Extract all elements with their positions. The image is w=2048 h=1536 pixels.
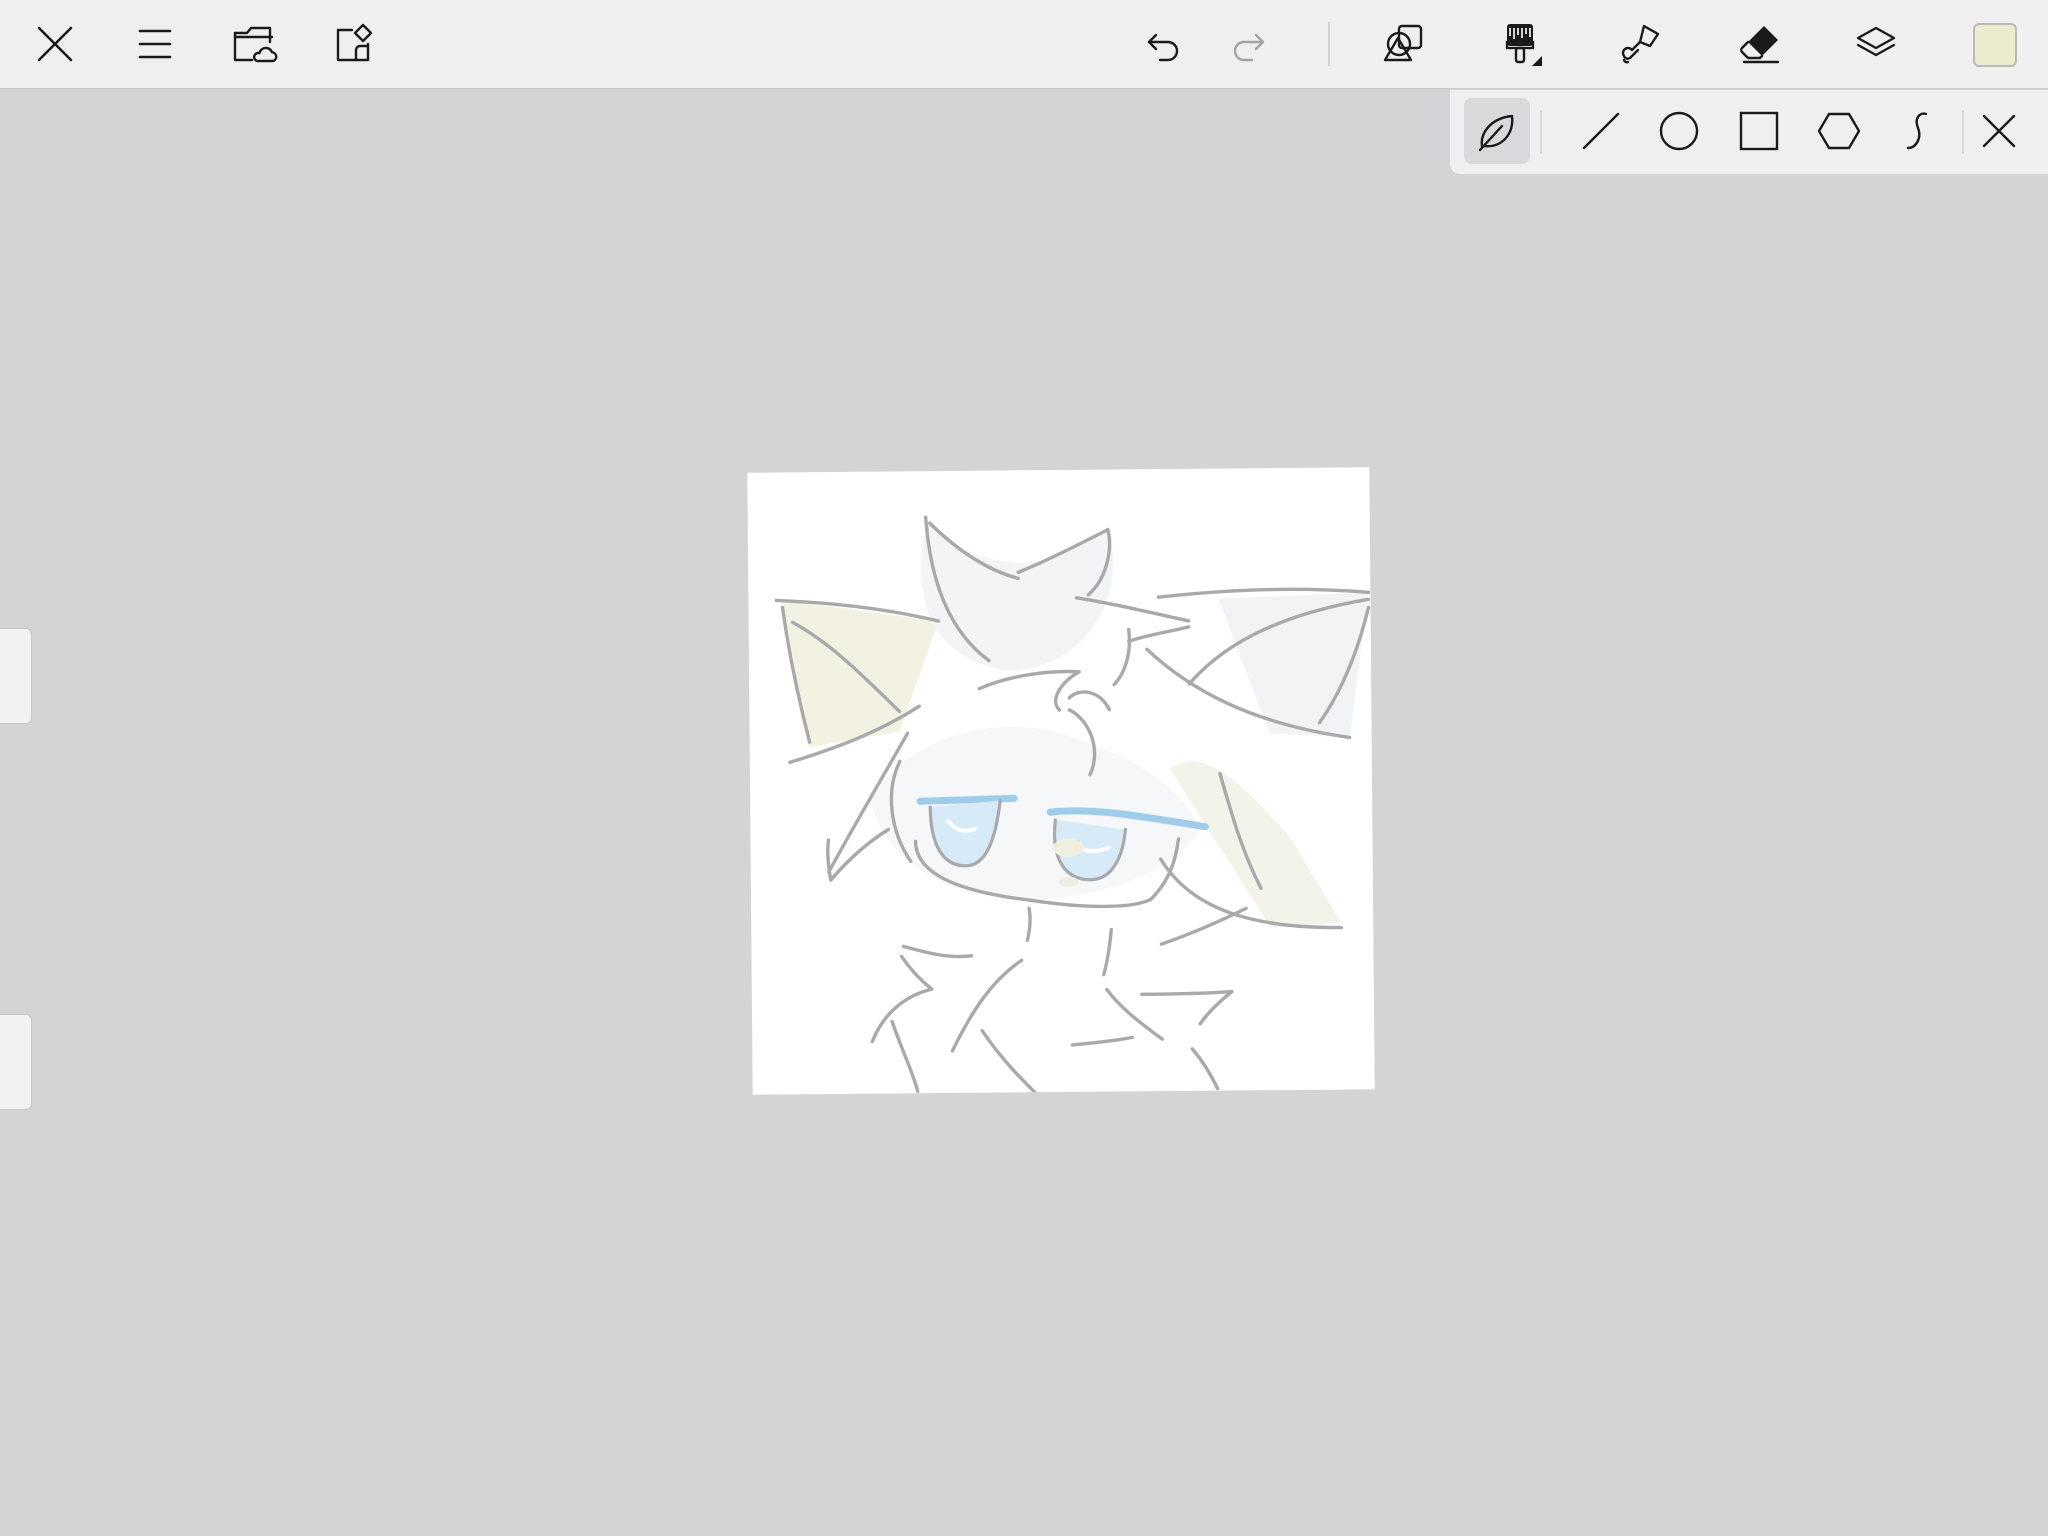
close-icon [37,26,73,62]
line-shape-button[interactable] [1568,98,1634,164]
circle-icon [1659,111,1699,151]
curve-icon [1906,112,1928,150]
drawing-canvas[interactable] [747,467,1375,1095]
curve-shape-button[interactable] [1884,98,1950,164]
brush-icon [1505,24,1542,66]
undo-icon [1147,33,1179,62]
current-color-swatch[interactable] [1973,23,2017,67]
brush-size-slider-tab[interactable] [0,628,32,724]
undo-button[interactable] [1132,14,1192,74]
line-icon [1582,112,1620,150]
redo-button[interactable] [1220,14,1280,74]
toolbar-divider [1328,22,1330,66]
freehand-shape-button[interactable] [1464,98,1530,164]
layers-button[interactable] [1846,14,1906,74]
shape-tool-panel [1450,90,2048,174]
close-icon [1982,114,2016,148]
close-button[interactable] [25,14,85,74]
cloud-folder-button[interactable] [224,14,284,74]
layers-icon [1856,26,1896,57]
top-toolbar [0,0,2048,89]
eraser-tool-button[interactable] [1730,14,1790,74]
shape-import-icon [336,23,373,62]
square-icon [1739,111,1779,151]
eraser-icon [1740,26,1780,64]
opacity-slider-tab[interactable] [0,1014,32,1110]
smudge-icon [1621,24,1660,64]
polygon-shape-button[interactable] [1806,98,1872,164]
panel-divider [1540,110,1542,154]
shapes-tool-button[interactable] [1374,14,1434,74]
hamburger-menu-icon [138,29,172,59]
import-button[interactable] [324,14,384,74]
smudge-tool-button[interactable] [1610,14,1670,74]
rectangle-shape-button[interactable] [1726,98,1792,164]
brush-tool-button[interactable] [1490,14,1550,74]
leaf-icon [1478,114,1514,152]
shapes-icon [1383,24,1423,62]
close-panel-button[interactable] [1966,98,2032,164]
panel-divider [1962,110,1964,154]
sketch-artwork [774,515,1371,1095]
cloud-folder-icon [233,26,278,63]
redo-icon [1233,33,1265,62]
ellipse-shape-button[interactable] [1646,98,1712,164]
hexagon-icon [1817,112,1861,150]
menu-button[interactable] [125,14,185,74]
